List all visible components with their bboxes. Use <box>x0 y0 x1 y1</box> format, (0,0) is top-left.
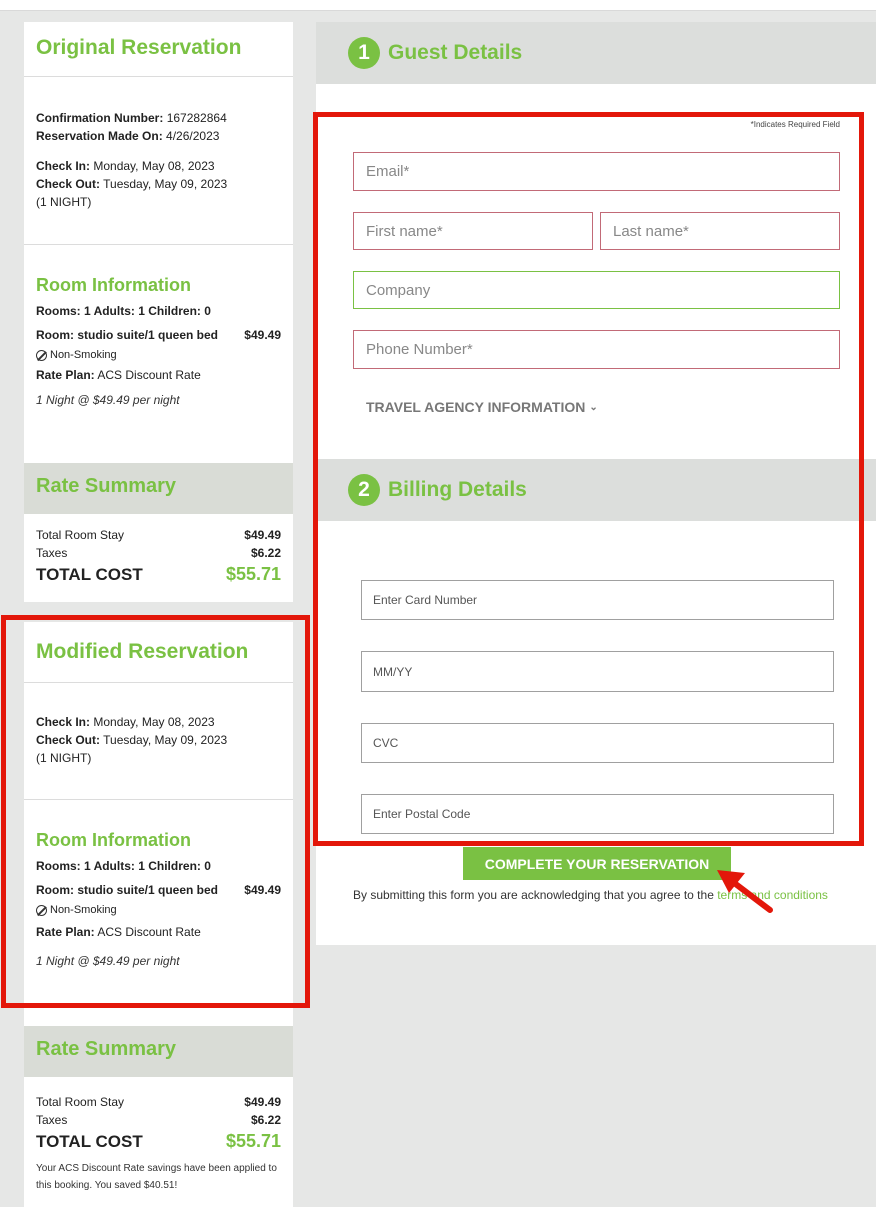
total-cost-label: TOTAL COST <box>36 565 143 584</box>
room-info-heading: Room Information <box>36 275 191 295</box>
no-smoking-icon <box>36 349 47 361</box>
guest-details-header: 1 Guest Details <box>316 22 876 84</box>
room-type: Room: studio suite/1 queen bed <box>36 328 219 342</box>
original-rate-summary-header: Rate Summary <box>24 463 293 514</box>
top-bar <box>0 0 876 11</box>
original-details: Confirmation Number: 167282864 Reservati… <box>24 77 293 211</box>
checkin-date: Monday, May 08, 2023 <box>93 159 215 173</box>
original-reservation-panel: Original Reservation Confirmation Number… <box>24 22 293 602</box>
complete-reservation-button[interactable]: COMPLETE YOUR RESERVATION <box>463 847 731 880</box>
savings-note: Your ACS Discount Rate savings have been… <box>36 1163 277 1191</box>
original-title: Original Reservation <box>36 36 242 59</box>
step-number: 1 <box>348 37 380 69</box>
annotation-box-modified <box>1 615 310 1008</box>
room-price: $49.49 <box>244 328 281 342</box>
original-room-info: Room Information Rooms: 1 Adults: 1 Chil… <box>24 244 293 463</box>
nights: (1 NIGHT) <box>36 195 92 209</box>
original-rate-summary: Total Room Stay $49.49 Taxes $6.22 TOTAL C… <box>36 528 281 584</box>
original-header: Original Reservation <box>24 22 293 77</box>
rate-plan: ACS Discount Rate <box>97 368 201 382</box>
per-night: 1 Night @ $49.49 per night <box>36 393 180 407</box>
total-cost-value: $55.71 <box>225 564 281 584</box>
checkout-date: Tuesday, May 09, 2023 <box>103 177 228 191</box>
reservation-date: 4/26/2023 <box>166 129 220 143</box>
modified-rate-summary: Total Room Stay $49.49 Taxes $6.22 TOTAL C… <box>24 1077 293 1194</box>
modified-rate-summary-header: Rate Summary <box>24 1026 293 1077</box>
annotation-box-form <box>313 112 864 846</box>
confirmation-number: 167282864 <box>166 111 227 125</box>
rooms-line: Rooms: 1 Adults: 1 Children: 0 <box>36 304 211 318</box>
annotation-arrow <box>717 870 773 913</box>
guest-details-title: Guest Details <box>388 41 523 64</box>
